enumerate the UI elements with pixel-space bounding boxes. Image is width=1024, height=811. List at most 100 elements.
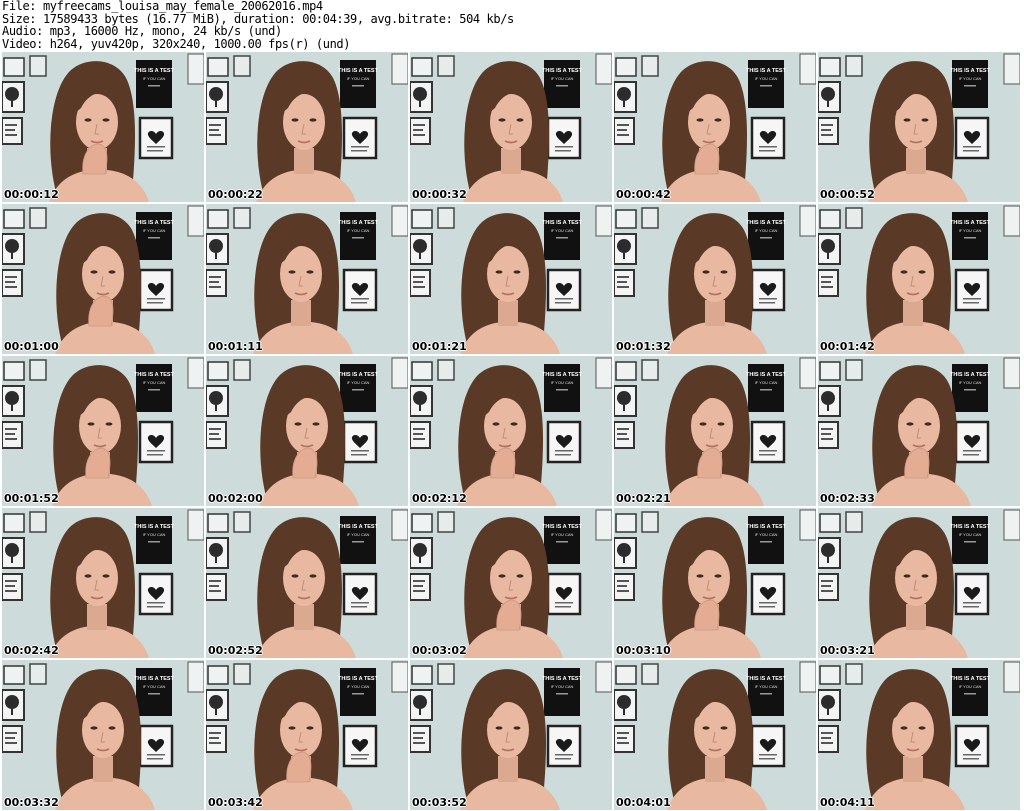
thumbnail-timestamp: 00:01:21	[412, 340, 467, 353]
thumbnail-timestamp: 00:01:32	[616, 340, 671, 353]
poster-subtitle: IF YOU CAN	[551, 76, 574, 81]
frame-image: THIS IS A TEST IF YOU CAN	[206, 508, 408, 658]
video-thumbnail: THIS IS A TEST IF YOU CAN 00:00:52	[818, 52, 1020, 202]
poster-title: THIS IS A TEST	[950, 372, 991, 378]
poster-subtitle: IF YOU CAN	[755, 380, 778, 385]
frame-image: THIS IS A TEST IF YOU CAN	[818, 660, 1020, 810]
thumbnail-timestamp: 00:00:22	[208, 188, 263, 201]
frame-image: THIS IS A TEST IF YOU CAN	[410, 356, 612, 506]
poster-subtitle: IF YOU CAN	[755, 228, 778, 233]
poster-title: THIS IS A TEST	[746, 676, 787, 682]
poster-subtitle: IF YOU CAN	[347, 228, 370, 233]
poster-subtitle: IF YOU CAN	[143, 532, 166, 537]
poster-subtitle: IF YOU CAN	[755, 532, 778, 537]
video-thumbnail: THIS IS A TEST IF YOU CAN 00:03:42	[206, 660, 408, 810]
thumbnail-timestamp: 00:00:42	[616, 188, 671, 201]
thumbnail-timestamp: 00:00:32	[412, 188, 467, 201]
frame-image: THIS IS A TEST IF YOU CAN	[410, 52, 612, 202]
poster-title: THIS IS A TEST	[338, 68, 379, 74]
poster-subtitle: IF YOU CAN	[143, 380, 166, 385]
poster-title: THIS IS A TEST	[950, 676, 991, 682]
poster-title: THIS IS A TEST	[134, 372, 175, 378]
frame-image: THIS IS A TEST IF YOU CAN	[410, 204, 612, 354]
poster-subtitle: IF YOU CAN	[347, 532, 370, 537]
thumbnail-timestamp: 00:01:42	[820, 340, 875, 353]
frame-image: THIS IS A TEST IF YOU CAN	[818, 508, 1020, 658]
video-thumbnail: THIS IS A TEST IF YOU CAN 00:02:12	[410, 356, 612, 506]
frame-image: THIS IS A TEST IF YOU CAN	[818, 356, 1020, 506]
video-thumbnail: THIS IS A TEST IF YOU CAN 00:03:10	[614, 508, 816, 658]
thumbnail-grid: THIS IS A TEST IF YOU CAN 00:00:12 THIS IS …	[2, 52, 1022, 811]
poster-title: THIS IS A TEST	[542, 524, 583, 530]
poster-title: THIS IS A TEST	[338, 676, 379, 682]
file-name-line: File: myfreecams_louisa_may_female_20062…	[2, 0, 323, 13]
thumbnail-timestamp: 00:02:33	[820, 492, 875, 505]
video-thumbnail: THIS IS A TEST IF YOU CAN 00:02:21	[614, 356, 816, 506]
frame-image: THIS IS A TEST IF YOU CAN	[818, 204, 1020, 354]
video-thumbnail: THIS IS A TEST IF YOU CAN 00:01:21	[410, 204, 612, 354]
poster-title: THIS IS A TEST	[746, 220, 787, 226]
thumbnail-timestamp: 00:03:32	[4, 796, 59, 809]
poster-title: THIS IS A TEST	[746, 372, 787, 378]
video-thumbnail: THIS IS A TEST IF YOU CAN 00:03:21	[818, 508, 1020, 658]
thumbnail-timestamp: 00:02:21	[616, 492, 671, 505]
frame-image: THIS IS A TEST IF YOU CAN	[614, 356, 816, 506]
frame-image: THIS IS A TEST IF YOU CAN	[206, 660, 408, 810]
video-thumbnail: THIS IS A TEST IF YOU CAN 00:03:52	[410, 660, 612, 810]
video-thumbnail: THIS IS A TEST IF YOU CAN 00:01:52	[2, 356, 204, 506]
thumbnail-timestamp: 00:02:42	[4, 644, 59, 657]
poster-title: THIS IS A TEST	[542, 372, 583, 378]
thumbnail-timestamp: 00:03:21	[820, 644, 875, 657]
frame-image: THIS IS A TEST IF YOU CAN	[206, 52, 408, 202]
video-thumbnail: THIS IS A TEST IF YOU CAN 00:02:33	[818, 356, 1020, 506]
poster-title: THIS IS A TEST	[338, 220, 379, 226]
video-thumbnail: THIS IS A TEST IF YOU CAN 00:00:22	[206, 52, 408, 202]
thumbnail-timestamp: 00:04:01	[616, 796, 671, 809]
poster-subtitle: IF YOU CAN	[755, 684, 778, 689]
frame-image: THIS IS A TEST IF YOU CAN	[2, 660, 204, 810]
video-thumbnail: THIS IS A TEST IF YOU CAN 00:01:32	[614, 204, 816, 354]
audio-info-line: Audio: mp3, 16000 Hz, mono, 24 kb/s (und…	[2, 24, 282, 38]
poster-subtitle: IF YOU CAN	[347, 684, 370, 689]
poster-subtitle: IF YOU CAN	[959, 684, 982, 689]
frame-image: THIS IS A TEST IF YOU CAN	[2, 508, 204, 658]
poster-title: THIS IS A TEST	[950, 220, 991, 226]
thumbnail-timestamp: 00:02:00	[208, 492, 263, 505]
poster-subtitle: IF YOU CAN	[143, 76, 166, 81]
video-thumbnail: THIS IS A TEST IF YOU CAN 00:02:42	[2, 508, 204, 658]
poster-subtitle: IF YOU CAN	[551, 228, 574, 233]
thumbnail-timestamp: 00:03:10	[616, 644, 671, 657]
poster-subtitle: IF YOU CAN	[959, 76, 982, 81]
video-thumbnail: THIS IS A TEST IF YOU CAN 00:04:11	[818, 660, 1020, 810]
video-thumbnail: THIS IS A TEST IF YOU CAN 00:01:42	[818, 204, 1020, 354]
thumbnail-timestamp: 00:02:12	[412, 492, 467, 505]
thumbnail-timestamp: 00:00:52	[820, 188, 875, 201]
thumbnail-timestamp: 00:01:52	[4, 492, 59, 505]
video-thumbnail: THIS IS A TEST IF YOU CAN 00:00:12	[2, 52, 204, 202]
poster-title: THIS IS A TEST	[746, 68, 787, 74]
poster-subtitle: IF YOU CAN	[347, 76, 370, 81]
poster-title: THIS IS A TEST	[338, 524, 379, 530]
poster-title: THIS IS A TEST	[134, 524, 175, 530]
frame-image: THIS IS A TEST IF YOU CAN	[2, 52, 204, 202]
video-thumbnail: THIS IS A TEST IF YOU CAN 00:00:32	[410, 52, 612, 202]
poster-title: THIS IS A TEST	[950, 524, 991, 530]
frame-image: THIS IS A TEST IF YOU CAN	[614, 204, 816, 354]
poster-subtitle: IF YOU CAN	[551, 684, 574, 689]
poster-title: THIS IS A TEST	[746, 524, 787, 530]
poster-subtitle: IF YOU CAN	[143, 228, 166, 233]
video-thumbnail: THIS IS A TEST IF YOU CAN 00:01:11	[206, 204, 408, 354]
poster-subtitle: IF YOU CAN	[347, 380, 370, 385]
poster-subtitle: IF YOU CAN	[959, 380, 982, 385]
poster-subtitle: IF YOU CAN	[551, 380, 574, 385]
frame-image: THIS IS A TEST IF YOU CAN	[614, 52, 816, 202]
frame-image: THIS IS A TEST IF YOU CAN	[818, 52, 1020, 202]
thumbnail-timestamp: 00:03:42	[208, 796, 263, 809]
poster-subtitle: IF YOU CAN	[959, 228, 982, 233]
frame-image: THIS IS A TEST IF YOU CAN	[2, 356, 204, 506]
video-thumbnail: THIS IS A TEST IF YOU CAN 00:02:00	[206, 356, 408, 506]
frame-image: THIS IS A TEST IF YOU CAN	[206, 204, 408, 354]
poster-subtitle: IF YOU CAN	[143, 684, 166, 689]
thumbnail-timestamp: 00:04:11	[820, 796, 875, 809]
poster-title: THIS IS A TEST	[134, 220, 175, 226]
